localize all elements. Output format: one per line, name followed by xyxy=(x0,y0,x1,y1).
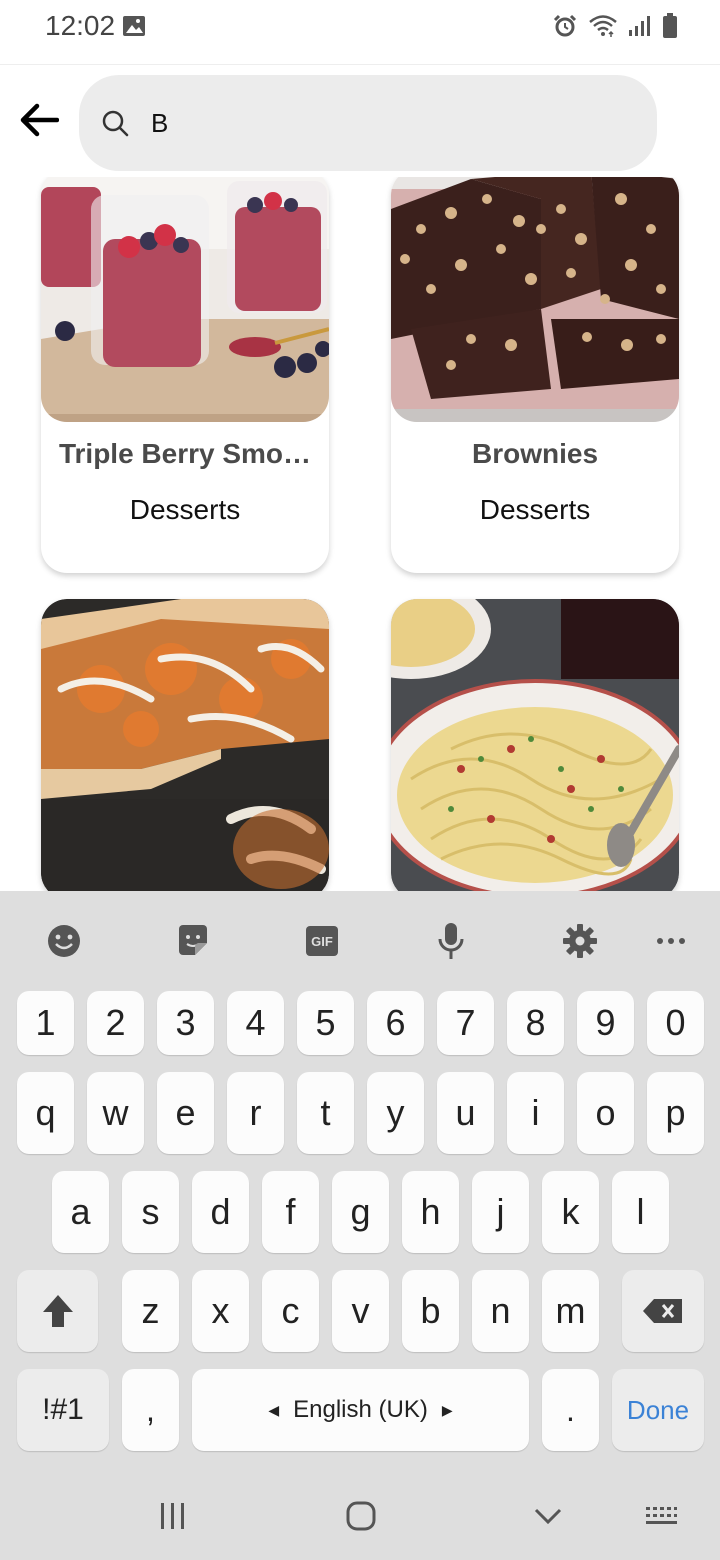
key-c[interactable]: c xyxy=(262,1270,319,1352)
key-r[interactable]: r xyxy=(227,1072,284,1154)
hide-keyboard-button[interactable] xyxy=(525,1496,571,1536)
alarm-icon xyxy=(552,13,578,44)
search-icon xyxy=(101,109,129,142)
recipe-category: Desserts xyxy=(479,494,591,525)
key-m[interactable]: m xyxy=(542,1270,599,1352)
keyboard-settings-button[interactable] xyxy=(558,919,602,963)
keyboard-icon xyxy=(646,1507,677,1524)
key-w[interactable]: w xyxy=(87,1072,144,1154)
recipe-category: Desserts xyxy=(129,494,241,525)
recent-apps-button[interactable] xyxy=(150,1496,196,1536)
gif-label: GIF xyxy=(311,933,333,949)
key-y[interactable]: y xyxy=(367,1072,424,1154)
recipe-image xyxy=(41,177,329,422)
key-6[interactable]: 6 xyxy=(367,991,424,1055)
key-v[interactable]: v xyxy=(332,1270,389,1352)
key-l[interactable]: l xyxy=(612,1171,669,1253)
gear-icon xyxy=(563,924,597,958)
back-button[interactable] xyxy=(14,95,64,145)
recents-icon xyxy=(161,1503,184,1529)
key-2[interactable]: 2 xyxy=(87,991,144,1055)
key-h[interactable]: h xyxy=(402,1171,459,1253)
home-button[interactable] xyxy=(338,1496,384,1536)
key-n[interactable]: n xyxy=(472,1270,529,1352)
key-b[interactable]: b xyxy=(402,1270,459,1352)
key-u[interactable]: u xyxy=(437,1072,494,1154)
status-time: 12:02 xyxy=(45,10,116,41)
shift-icon xyxy=(42,1295,73,1327)
comma-key[interactable]: , xyxy=(122,1369,179,1451)
recipe-card[interactable] xyxy=(391,599,679,891)
more-options-button[interactable] xyxy=(649,919,693,963)
status-icons xyxy=(552,13,678,44)
language-next-icon: ▶ xyxy=(441,1401,453,1418)
signal-icon xyxy=(628,14,652,43)
sticker-icon xyxy=(179,925,207,955)
key-s[interactable]: s xyxy=(122,1171,179,1253)
chevron-down-icon xyxy=(534,1508,562,1525)
more-horizontal-icon xyxy=(657,938,685,944)
key-a[interactable]: a xyxy=(52,1171,109,1253)
app-bar xyxy=(0,64,720,178)
key-k[interactable]: k xyxy=(542,1171,599,1253)
recipe-card[interactable]: Triple Berry Smo… Desserts xyxy=(41,177,329,573)
key-p[interactable]: p xyxy=(647,1072,704,1154)
shift-key[interactable] xyxy=(17,1270,98,1352)
key-i[interactable]: i xyxy=(507,1072,564,1154)
recipe-results-grid: Triple Berry Smo… Desserts Brownies Dess… xyxy=(0,177,720,891)
on-screen-keyboard: GIF 1234567890 qwertyuiop asdfghjkl zxcvbnm… xyxy=(0,891,720,1560)
recipe-card[interactable] xyxy=(41,599,329,891)
recipe-image xyxy=(391,177,679,422)
home-icon xyxy=(346,1501,376,1531)
space-label: English (UK) xyxy=(293,1396,428,1423)
battery-icon xyxy=(662,13,678,44)
keyboard-switch-button[interactable] xyxy=(638,1496,684,1536)
system-navigation-bar xyxy=(0,1466,720,1560)
gif-button[interactable]: GIF xyxy=(300,919,344,963)
key-g[interactable]: g xyxy=(332,1171,389,1253)
language-prev-icon: ◀ xyxy=(268,1401,280,1418)
key-3[interactable]: 3 xyxy=(157,991,214,1055)
key-j[interactable]: j xyxy=(472,1171,529,1253)
gallery-notification-icon xyxy=(122,14,146,43)
emoji-button[interactable] xyxy=(42,919,86,963)
period-key[interactable]: . xyxy=(542,1369,599,1451)
key-o[interactable]: o xyxy=(577,1072,634,1154)
key-d[interactable]: d xyxy=(192,1171,249,1253)
recipe-title: Brownies xyxy=(471,438,599,469)
emoji-icon xyxy=(48,925,80,957)
key-5[interactable]: 5 xyxy=(297,991,354,1055)
voice-input-button[interactable] xyxy=(429,919,473,963)
keyboard-toolbar: GIF xyxy=(0,891,720,987)
backspace-icon xyxy=(643,1299,682,1323)
key-7[interactable]: 7 xyxy=(437,991,494,1055)
key-4[interactable]: 4 xyxy=(227,991,284,1055)
key-x[interactable]: x xyxy=(192,1270,249,1352)
microphone-icon xyxy=(438,923,464,959)
key-t[interactable]: t xyxy=(297,1072,354,1154)
key-z[interactable]: z xyxy=(122,1270,179,1352)
key-q[interactable]: q xyxy=(17,1072,74,1154)
done-key[interactable]: Done xyxy=(612,1369,704,1451)
recipe-card[interactable]: Brownies Desserts xyxy=(391,177,679,573)
symbols-key[interactable]: !#1 xyxy=(17,1369,109,1451)
recipe-image xyxy=(41,599,329,891)
status-bar: 12:02 xyxy=(0,0,720,64)
key-e[interactable]: e xyxy=(157,1072,214,1154)
arrow-left-icon xyxy=(20,103,59,137)
recipe-title: Triple Berry Smo… xyxy=(58,438,312,469)
search-input[interactable] xyxy=(151,101,631,145)
space-key[interactable]: ◀ English (UK) ▶ xyxy=(192,1369,529,1451)
key-1[interactable]: 1 xyxy=(17,991,74,1055)
backspace-key[interactable] xyxy=(622,1270,704,1352)
wifi-icon xyxy=(588,14,618,43)
key-9[interactable]: 9 xyxy=(577,991,634,1055)
search-bar[interactable] xyxy=(79,75,657,171)
key-0[interactable]: 0 xyxy=(647,991,704,1055)
key-8[interactable]: 8 xyxy=(507,991,564,1055)
key-f[interactable]: f xyxy=(262,1171,319,1253)
recipe-image xyxy=(391,599,679,891)
sticker-button[interactable] xyxy=(171,919,215,963)
